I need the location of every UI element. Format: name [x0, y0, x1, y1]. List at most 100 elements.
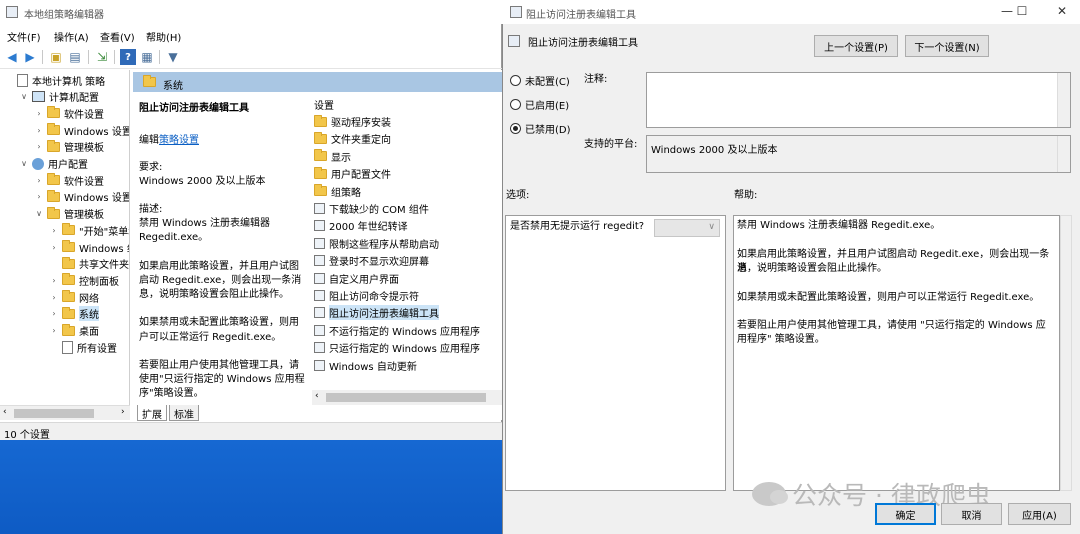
scroll-thumb[interactable]	[326, 393, 486, 402]
settings-horizontal-scrollbar[interactable]: ‹	[312, 390, 502, 405]
settings-row-label: 限制这些程序从帮助启动	[329, 239, 439, 251]
help-scrollbar[interactable]	[1060, 215, 1072, 491]
filter-icon[interactable]: ▼	[165, 49, 181, 65]
help-line: 禁用 Windows 注册表编辑器 Regedit.exe。	[737, 220, 941, 231]
tree-item[interactable]: › 网络	[49, 289, 99, 305]
tree-item[interactable]: › 软件设置	[34, 105, 104, 121]
scroll-left-icon[interactable]: ‹	[3, 407, 7, 417]
tree-horizontal-scrollbar[interactable]: ‹ ›	[0, 405, 130, 420]
settings-column-header[interactable]: 设置	[314, 96, 334, 113]
radio-disabled[interactable]: 已禁用(D)	[510, 121, 571, 136]
close-icon[interactable]: ✕	[1047, 4, 1077, 18]
platform-scrollbar[interactable]	[1057, 136, 1070, 172]
settings-row[interactable]: 阻止访问命令提示符	[314, 287, 419, 304]
scroll-left-icon[interactable]: ‹	[315, 391, 319, 401]
properties-icon[interactable]: ▦	[139, 49, 155, 65]
radio-circle[interactable]	[510, 99, 521, 110]
tree-item[interactable]: ∨ 计算机配置	[19, 89, 99, 105]
collapse-chevron-icon[interactable]: ∨	[19, 159, 29, 168]
folder-icon	[62, 223, 75, 236]
folder-icon	[314, 166, 327, 179]
expand-chevron-icon[interactable]: ›	[49, 243, 59, 252]
settings-row[interactable]: 显示	[314, 148, 351, 165]
expand-chevron-icon[interactable]: ›	[34, 142, 44, 151]
menu-help[interactable]: 帮助(H)	[146, 29, 181, 44]
tree-item[interactable]: ∨ 用户配置	[19, 156, 88, 172]
radio-enabled[interactable]: 已启用(E)	[510, 97, 569, 112]
tree-item[interactable]: › 系统	[49, 306, 99, 322]
tree-item[interactable]: ∨ 管理模板	[34, 206, 104, 222]
next-setting-button[interactable]: 下一个设置(N)	[905, 35, 989, 57]
settings-row[interactable]: 登录时不显示欢迎屏幕	[314, 252, 429, 269]
tree-item[interactable]: › 管理模板	[34, 139, 104, 155]
settings-row[interactable]: 下载缺少的 COM 组件	[314, 200, 429, 217]
tree-item[interactable]: › 控制面板	[49, 272, 119, 288]
toolbar-separator	[88, 50, 89, 64]
expand-chevron-icon[interactable]: ›	[34, 126, 44, 135]
help-icon[interactable]: ?	[120, 49, 136, 65]
forward-arrow-icon[interactable]: ▶	[22, 49, 38, 65]
tab-extended[interactable]: 扩展	[137, 405, 167, 421]
up-folder-icon[interactable]: ▣	[48, 49, 64, 65]
expand-chevron-icon[interactable]: ›	[34, 176, 44, 185]
settings-row[interactable]: Windows 自动更新	[314, 357, 417, 374]
tab-standard[interactable]: 标准	[169, 405, 199, 421]
maximize-icon[interactable]: ☐	[1007, 4, 1037, 18]
settings-row[interactable]: 阻止访问注册表编辑工具	[314, 304, 439, 321]
folder-icon	[314, 131, 327, 144]
help-panel: 禁用 Windows 注册表编辑器 Regedit.exe。 如果启用此策略设置，…	[733, 215, 1060, 491]
radio-not-configured[interactable]: 未配置(C)	[510, 73, 570, 88]
statusbar	[0, 422, 502, 440]
edit-policy-link[interactable]: 策略设置	[159, 135, 199, 146]
settings-row[interactable]: 驱动程序安装	[314, 113, 391, 130]
settings-row[interactable]: 只运行指定的 Windows 应用程序	[314, 339, 480, 356]
tree-item[interactable]: 所有设置	[49, 339, 117, 355]
radio-circle-checked[interactable]	[510, 123, 521, 134]
tree-item[interactable]: › Windows 设置	[34, 122, 129, 138]
menu-view[interactable]: 查看(V)	[100, 29, 135, 44]
expand-chevron-icon[interactable]: ›	[49, 276, 59, 285]
radio-circle[interactable]	[510, 75, 521, 86]
option-dropdown[interactable]: ∨	[654, 219, 720, 237]
expand-chevron-icon[interactable]: ›	[49, 226, 59, 235]
tree-item[interactable]: › Windows 设置	[34, 189, 129, 205]
requirements-value: Windows 2000 及以上版本	[139, 176, 266, 187]
previous-setting-button[interactable]: 上一个设置(P)	[814, 35, 898, 57]
settings-row[interactable]: 组策略	[314, 183, 361, 200]
tree-item[interactable]: › Windows 组	[49, 239, 129, 255]
settings-row[interactable]: 文件夹重定向	[314, 130, 391, 147]
tree-item[interactable]: 本地计算机 策略	[4, 72, 105, 88]
tree-item[interactable]: › 桌面	[49, 323, 99, 339]
settings-row[interactable]: 用户配置文件	[314, 165, 391, 182]
folder-icon	[47, 139, 60, 152]
tree-item[interactable]: › 软件设置	[34, 172, 104, 188]
settings-row[interactable]: 不运行指定的 Windows 应用程序	[314, 322, 480, 339]
collapse-chevron-icon[interactable]: ∨	[34, 209, 44, 218]
tree-pane[interactable]: 本地计算机 策略 ∨ 计算机配置 › 软件设置 › Windows 设置 › 管理模板 ∨ 用户配置…	[0, 70, 130, 420]
expand-chevron-icon[interactable]: ›	[34, 109, 44, 118]
cancel-button[interactable]: 取消	[941, 503, 1002, 525]
show-hide-tree-icon[interactable]: ▤	[67, 49, 83, 65]
ok-button[interactable]: 确定	[875, 503, 936, 525]
tree-item[interactable]: 共享文件夹	[49, 256, 129, 272]
apply-button[interactable]: 应用(A)	[1008, 503, 1071, 525]
settings-row[interactable]: 2000 年世纪转译	[314, 217, 408, 234]
menu-file[interactable]: 文件(F)	[7, 29, 41, 44]
tree-item[interactable]: › "开始"菜单和	[49, 222, 129, 238]
comment-scrollbar[interactable]	[1057, 73, 1070, 127]
description-line: Regedit.exe。	[139, 232, 209, 244]
expand-chevron-icon[interactable]: ›	[34, 192, 44, 201]
collapse-chevron-icon[interactable]: ∨	[19, 92, 29, 101]
export-list-icon[interactable]: ⇲	[94, 49, 110, 65]
expand-chevron-icon[interactable]: ›	[49, 326, 59, 335]
settings-row[interactable]: 自定义用户界面	[314, 270, 399, 287]
comment-field[interactable]	[646, 72, 1071, 128]
back-arrow-icon[interactable]: ◀	[4, 49, 20, 65]
menu-action[interactable]: 操作(A)	[54, 29, 89, 44]
settings-row[interactable]: 限制这些程序从帮助启动	[314, 235, 439, 252]
expand-chevron-icon[interactable]: ›	[49, 293, 59, 302]
scroll-right-icon[interactable]: ›	[121, 407, 125, 417]
expand-chevron-icon[interactable]: ›	[49, 309, 59, 318]
scroll-thumb[interactable]	[14, 409, 94, 418]
policy-setting-icon	[314, 324, 325, 336]
